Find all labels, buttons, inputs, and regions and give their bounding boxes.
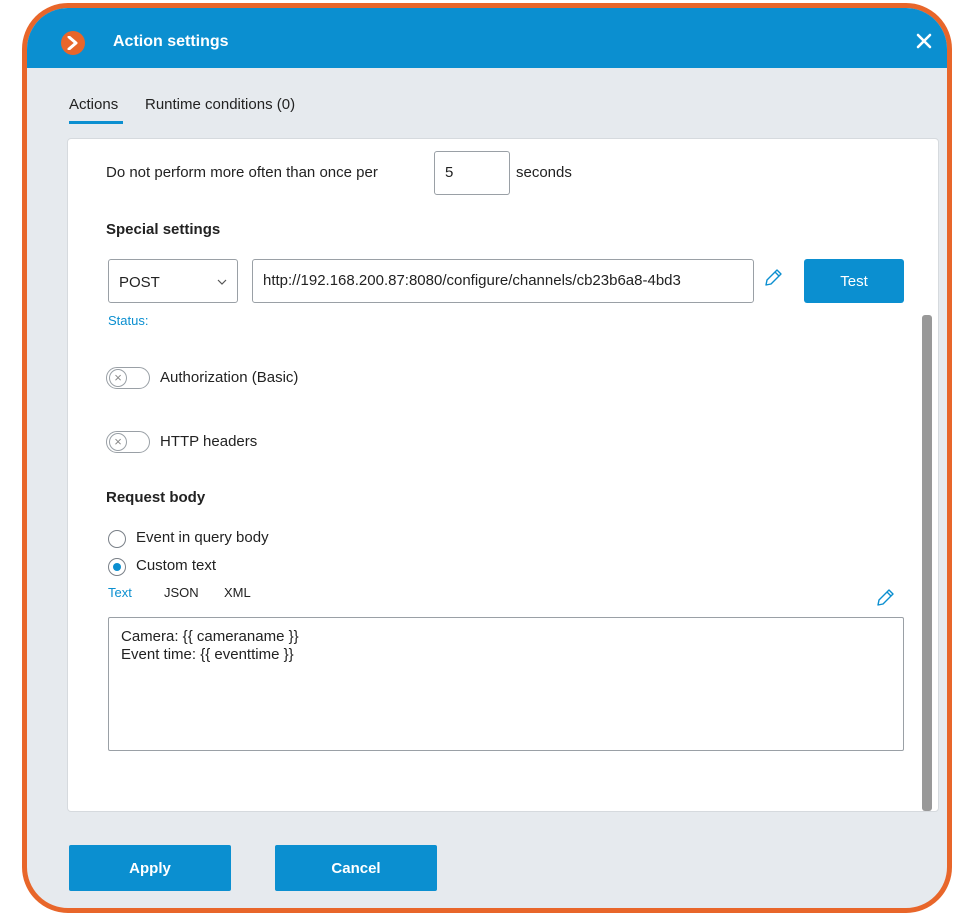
close-icon[interactable] xyxy=(915,32,933,50)
window-title: Action settings xyxy=(113,33,229,50)
http-headers-toggle[interactable]: × xyxy=(106,431,150,453)
request-body-heading: Request body xyxy=(106,489,206,506)
edit-url-pencil-icon[interactable] xyxy=(762,267,784,289)
test-button[interactable]: Test xyxy=(804,259,904,303)
request-body-textarea[interactable]: Camera: {{ cameraname }} Event time: {{ … xyxy=(108,617,904,751)
custom-text-label: Custom text xyxy=(136,557,217,574)
seconds-label: seconds xyxy=(516,164,572,181)
actions-panel: Do not perform more often than once per … xyxy=(67,138,939,812)
tab-actions[interactable]: Actions xyxy=(69,96,118,113)
url-value: http://192.168.200.87:8080/configure/cha… xyxy=(263,272,681,289)
authorization-label: Authorization (Basic) xyxy=(160,369,299,386)
apply-button[interactable]: Apply xyxy=(69,845,231,891)
active-tab-indicator xyxy=(69,121,123,124)
throttle-seconds-value: 5 xyxy=(445,164,454,181)
authorization-toggle[interactable]: × xyxy=(106,367,150,389)
toggle-off-icon: × xyxy=(109,369,127,387)
app-logo-icon xyxy=(61,31,85,55)
throttle-seconds-input[interactable]: 5 xyxy=(434,151,510,195)
url-input[interactable]: http://192.168.200.87:8080/configure/cha… xyxy=(252,259,754,303)
http-method-select[interactable]: POST xyxy=(108,259,238,303)
format-tab-json[interactable]: JSON xyxy=(164,585,199,600)
throttle-label: Do not perform more often than once per xyxy=(106,164,378,181)
radio-custom-text[interactable] xyxy=(108,558,126,576)
body-line-event-time: Event time: {{ eventtime }} xyxy=(121,646,294,663)
format-tab-text[interactable]: Text xyxy=(108,585,132,600)
event-in-query-body-label: Event in query body xyxy=(136,529,269,546)
format-tab-xml[interactable]: XML xyxy=(224,585,251,600)
cancel-button[interactable]: Cancel xyxy=(275,845,437,891)
special-settings-heading: Special settings xyxy=(106,221,221,238)
body-line-camera: Camera: {{ cameraname }} xyxy=(121,628,299,645)
tab-runtime-conditions[interactable]: Runtime conditions (0) xyxy=(145,96,295,113)
http-headers-label: HTTP headers xyxy=(160,433,258,450)
http-method-value: POST xyxy=(119,274,160,291)
chevron-down-icon xyxy=(217,279,227,285)
status-label: Status: xyxy=(108,313,149,328)
dialog-window: Action settings Actions Runtime conditio… xyxy=(22,3,952,913)
toggle-off-icon: × xyxy=(109,433,127,451)
vertical-scrollbar[interactable] xyxy=(922,315,932,811)
title-bar: Action settings xyxy=(27,8,947,68)
edit-body-pencil-icon[interactable] xyxy=(874,587,896,609)
radio-event-in-query-body[interactable] xyxy=(108,530,126,548)
